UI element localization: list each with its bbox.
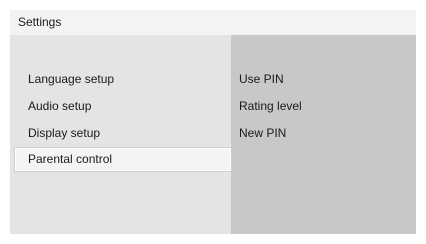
parental-control-submenu: Use PIN Rating level New PIN [239,66,409,147]
menu-item-audio-setup[interactable]: Audio setup [10,93,231,120]
menu-item-parental-control[interactable]: Parental control [14,147,232,172]
submenu-item-rating-level[interactable]: Rating level [239,93,409,120]
settings-menu: Language setup Audio setup Display setup… [10,66,232,172]
menu-item-language-setup[interactable]: Language setup [10,66,231,93]
window-title: Settings [10,10,416,35]
settings-window: Settings Language setup Audio setup Disp… [10,10,416,234]
settings-menu-panel: Language setup Audio setup Display setup… [10,35,232,234]
submenu-panel: Use PIN Rating level New PIN [231,35,416,234]
submenu-item-new-pin[interactable]: New PIN [239,120,409,147]
submenu-item-use-pin[interactable]: Use PIN [239,66,409,93]
menu-item-display-setup[interactable]: Display setup [10,120,231,147]
